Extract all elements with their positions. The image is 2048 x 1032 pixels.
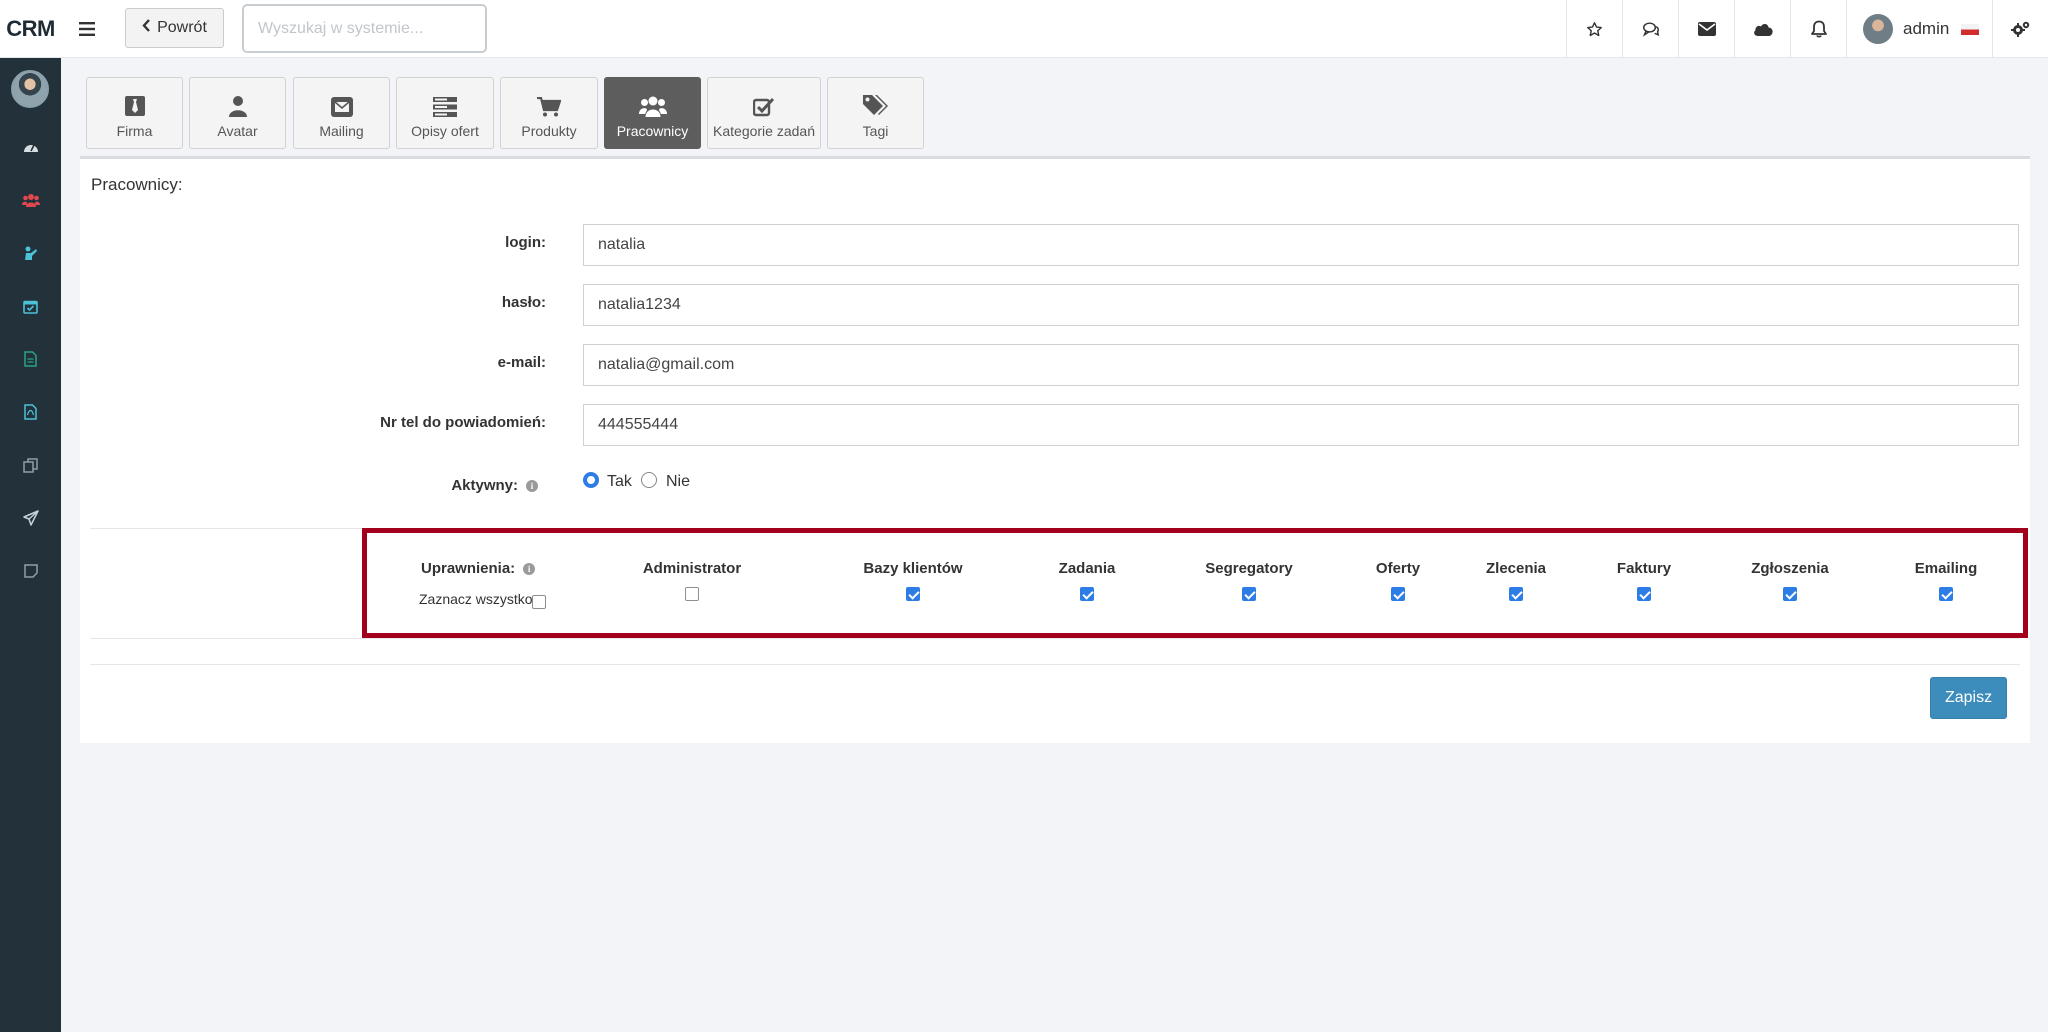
tab-label: Mailing <box>319 123 364 139</box>
tab-label: Produkty <box>521 123 577 139</box>
divider <box>90 638 2020 639</box>
copy-icon[interactable] <box>0 445 61 485</box>
back-button-label: Powrót <box>157 19 207 36</box>
chat-icon[interactable] <box>1622 0 1678 58</box>
login-input[interactable] <box>583 224 2019 266</box>
user-icon <box>228 96 247 117</box>
users-icon <box>638 96 667 117</box>
server-icon <box>433 97 457 117</box>
email-label: e-mail: <box>497 354 546 371</box>
tab-label: Avatar <box>217 123 258 139</box>
password-label: hasło: <box>501 294 546 311</box>
tab-label: Tagi <box>862 123 889 139</box>
permission-checkbox[interactable] <box>1242 587 1256 601</box>
phone-label: Nr tel do powiadomień: <box>380 414 546 431</box>
sidebar <box>0 58 61 1032</box>
tie-icon <box>124 96 145 116</box>
permissions-label-row: Uprawnienia: i <box>421 560 536 577</box>
tab-firma[interactable]: Firma <box>86 77 183 149</box>
chevron-left-icon <box>142 19 151 37</box>
tab-label: Pracownicy <box>616 123 689 139</box>
active-label: Aktywny: <box>451 477 518 494</box>
email-input[interactable] <box>583 344 2019 386</box>
checkbox-icon <box>753 97 775 117</box>
tasks-icon[interactable] <box>0 233 61 273</box>
flag-pl-icon <box>1961 23 1980 35</box>
permission-label: Zadania <box>1058 560 1116 577</box>
tab-label: Firma <box>116 123 153 139</box>
login-label: login: <box>505 234 546 251</box>
info-icon[interactable]: i <box>523 563 536 576</box>
envelope-icon[interactable] <box>1678 0 1734 58</box>
select-all-label: Zaznacz wszystko <box>419 591 533 607</box>
dashboard-icon[interactable] <box>0 127 61 167</box>
permission-label: Segregatory <box>1205 560 1293 577</box>
permission-label: Zgłoszenia <box>1751 560 1829 577</box>
permission-checkbox[interactable] <box>1080 587 1094 601</box>
permission-label: Emailing <box>1914 560 1978 577</box>
bell-icon[interactable] <box>1790 0 1846 58</box>
permission-label: Faktury <box>1616 560 1672 577</box>
invoice-document-icon[interactable] <box>0 392 61 432</box>
permissions-highlight <box>362 528 2028 638</box>
envelope-icon <box>330 97 353 117</box>
search-input[interactable] <box>242 4 487 53</box>
divider <box>90 664 2020 665</box>
clients-icon[interactable] <box>0 180 61 220</box>
select-all-checkbox[interactable] <box>532 595 546 609</box>
active-yes-radio[interactable] <box>583 472 599 488</box>
send-icon[interactable] <box>0 498 61 538</box>
active-label-row: Aktywny: i <box>380 477 538 494</box>
cloud-icon[interactable] <box>1734 0 1790 58</box>
top-bar: CRM Powrót admin <box>0 0 2048 58</box>
permissions-label: Uprawnienia: <box>421 560 516 577</box>
brand-logo[interactable]: CRM <box>0 0 61 58</box>
star-icon[interactable] <box>1566 0 1622 58</box>
permission-checkbox[interactable] <box>906 587 920 601</box>
permission-label: Bazy klientów <box>863 560 963 577</box>
tab-avatar[interactable]: Avatar <box>189 77 286 149</box>
menu-toggle-icon[interactable] <box>61 0 113 58</box>
permission-checkbox[interactable] <box>1391 587 1405 601</box>
panel-title: Pracownicy: <box>91 175 183 194</box>
offer-document-icon[interactable] <box>0 339 61 379</box>
tab-kategorie-zadan[interactable]: Kategorie zadań <box>707 77 821 149</box>
user-name: admin <box>1903 19 1950 38</box>
note-icon[interactable] <box>0 551 61 591</box>
tab-label: Kategorie zadań <box>713 123 815 139</box>
phone-input[interactable] <box>583 404 2019 446</box>
back-button[interactable]: Powrót <box>125 8 224 48</box>
tab-produkty[interactable]: Produkty <box>500 77 598 149</box>
tab-pracownicy[interactable]: Pracownicy <box>604 77 701 149</box>
active-yes-label[interactable]: Tak <box>607 473 632 491</box>
tab-tagi[interactable]: Tagi <box>827 77 924 149</box>
calendar-check-icon[interactable] <box>0 286 61 326</box>
save-button[interactable]: Zapisz <box>1930 677 2007 719</box>
permission-checkbox[interactable] <box>1637 587 1651 601</box>
user-menu[interactable]: admin <box>1846 0 1992 58</box>
info-icon[interactable]: i <box>526 480 538 493</box>
permission-label: Administrator <box>642 560 742 577</box>
tags-icon <box>862 95 888 115</box>
employees-panel: Pracownicy: login: hasło: e-mail: Nr tel… <box>80 156 2030 743</box>
tab-opisy-ofert[interactable]: Opisy ofert <box>396 77 494 149</box>
permission-checkbox[interactable] <box>1939 587 1953 601</box>
permission-checkbox[interactable] <box>685 587 699 601</box>
permission-checkbox[interactable] <box>1509 587 1523 601</box>
permission-checkbox[interactable] <box>1783 587 1797 601</box>
active-no-label[interactable]: Nie <box>666 473 690 491</box>
tab-mailing[interactable]: Mailing <box>293 77 390 149</box>
active-no-radio[interactable] <box>641 472 657 488</box>
top-right-toolbar: admin <box>1566 0 2048 58</box>
settings-gears-icon[interactable] <box>1992 0 2048 58</box>
sidebar-avatar[interactable] <box>11 70 49 108</box>
cart-icon <box>537 97 561 117</box>
avatar <box>1863 14 1893 44</box>
password-input[interactable] <box>583 284 2019 326</box>
tab-label: Opisy ofert <box>411 123 479 139</box>
